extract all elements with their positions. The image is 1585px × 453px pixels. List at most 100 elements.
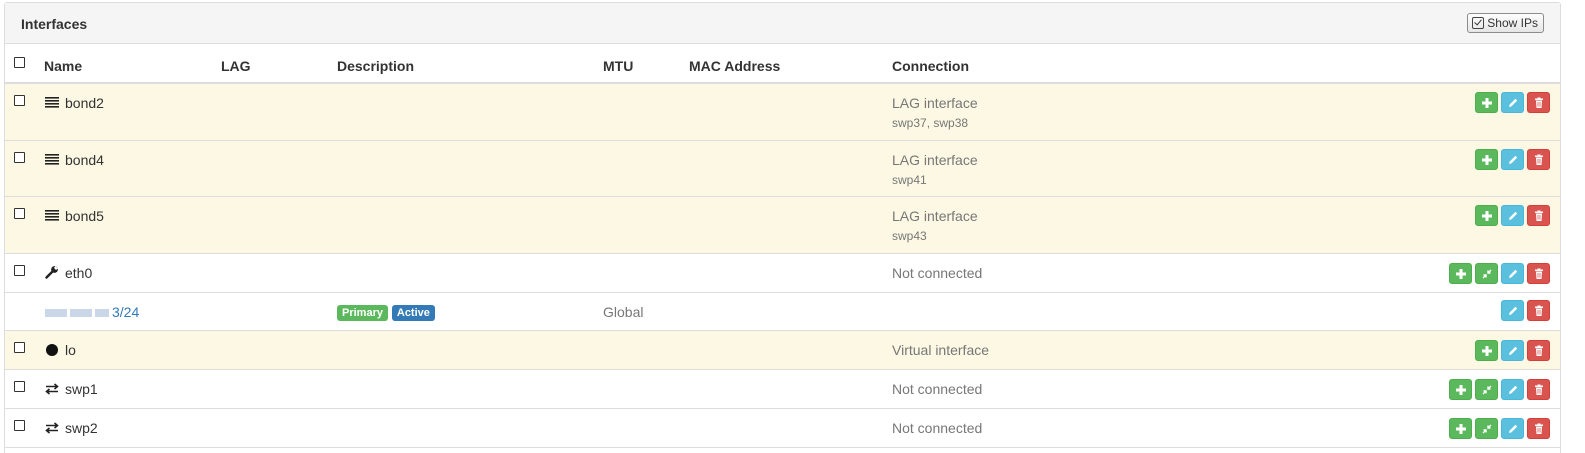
trash-icon bbox=[1533, 305, 1545, 317]
interface-name[interactable]: eth0 bbox=[65, 265, 92, 281]
delete-button[interactable] bbox=[1527, 300, 1550, 321]
table-row: eth0 Not connected bbox=[5, 254, 1560, 293]
panel-heading: Interfaces Show IPs bbox=[5, 3, 1560, 44]
delete-button[interactable] bbox=[1527, 263, 1550, 284]
column-header-connection[interactable]: Connection bbox=[892, 58, 969, 74]
connection-status: Not connected bbox=[892, 420, 983, 436]
compress-icon bbox=[1481, 268, 1493, 280]
trash-icon bbox=[1533, 423, 1545, 435]
row-checkbox[interactable] bbox=[14, 381, 25, 392]
row-checkbox[interactable] bbox=[14, 152, 25, 163]
trash-icon bbox=[1533, 210, 1545, 222]
bond-icon bbox=[45, 95, 59, 109]
column-header-lag[interactable]: LAG bbox=[221, 58, 251, 74]
ip-badges: Primary Active bbox=[337, 303, 435, 321]
row-actions bbox=[1449, 379, 1550, 400]
plus-icon bbox=[1481, 97, 1493, 109]
add-button[interactable] bbox=[1449, 418, 1472, 439]
row-actions bbox=[1475, 340, 1550, 361]
table-row: bond4 LAG interface swp41 bbox=[5, 141, 1560, 197]
trash-icon bbox=[1533, 268, 1545, 280]
column-header-description[interactable]: Description bbox=[337, 58, 414, 74]
plus-icon bbox=[1481, 210, 1493, 222]
delete-button[interactable] bbox=[1527, 149, 1550, 170]
interfaces-panel: Interfaces Show IPs Name LAG Description… bbox=[4, 2, 1561, 453]
edit-button[interactable] bbox=[1501, 92, 1524, 113]
ip-address-link[interactable]: 3/24 bbox=[45, 304, 139, 320]
panel-title: Interfaces bbox=[21, 16, 88, 32]
connection-status: Not connected bbox=[892, 381, 983, 397]
exchange-icon bbox=[45, 421, 59, 435]
table-row: lo Virtual interface bbox=[5, 331, 1560, 370]
select-all-checkbox[interactable] bbox=[14, 57, 25, 68]
row-checkbox[interactable] bbox=[14, 208, 25, 219]
pencil-icon bbox=[1507, 384, 1519, 396]
lag-members: swp37, swp38 bbox=[892, 116, 969, 130]
plus-icon bbox=[1481, 345, 1493, 357]
row-checkbox[interactable] bbox=[14, 95, 25, 106]
column-header-mtu[interactable]: MTU bbox=[603, 58, 633, 74]
delete-button[interactable] bbox=[1527, 418, 1550, 439]
pencil-icon bbox=[1507, 97, 1519, 109]
connection-status: LAG interface bbox=[892, 208, 978, 224]
show-ips-label: Show IPs bbox=[1487, 16, 1538, 30]
edit-button[interactable] bbox=[1501, 205, 1524, 226]
connection-status: Virtual interface bbox=[892, 342, 990, 358]
trash-icon bbox=[1533, 345, 1545, 357]
row-actions bbox=[1449, 263, 1550, 284]
interface-name[interactable]: bond4 bbox=[65, 152, 104, 168]
pencil-icon bbox=[1507, 154, 1519, 166]
pencil-icon bbox=[1507, 268, 1519, 280]
plus-icon bbox=[1481, 154, 1493, 166]
interface-name[interactable]: swp1 bbox=[65, 381, 98, 397]
pencil-icon bbox=[1507, 423, 1519, 435]
edit-button[interactable] bbox=[1501, 149, 1524, 170]
column-header-mac-address[interactable]: MAC Address bbox=[689, 58, 780, 74]
lag-members: swp43 bbox=[892, 229, 927, 243]
pencil-icon bbox=[1507, 305, 1519, 317]
pencil-icon bbox=[1507, 210, 1519, 222]
table-row: swp1 Not connected bbox=[5, 370, 1560, 409]
row-checkbox[interactable] bbox=[14, 265, 25, 276]
row-actions bbox=[1475, 92, 1550, 113]
active-badge: Active bbox=[391, 305, 435, 321]
interface-name[interactable]: swp2 bbox=[65, 420, 98, 436]
edit-button[interactable] bbox=[1501, 418, 1524, 439]
edit-button[interactable] bbox=[1501, 379, 1524, 400]
connection-status: LAG interface bbox=[892, 152, 978, 168]
delete-button[interactable] bbox=[1527, 205, 1550, 226]
add-button[interactable] bbox=[1475, 92, 1498, 113]
row-checkbox[interactable] bbox=[14, 420, 25, 431]
add-button[interactable] bbox=[1449, 379, 1472, 400]
table-header: Name LAG Description MTU MAC Address Con… bbox=[5, 44, 1560, 84]
bond-icon bbox=[45, 208, 59, 222]
delete-button[interactable] bbox=[1527, 92, 1550, 113]
connect-button[interactable] bbox=[1475, 379, 1498, 400]
row-actions bbox=[1449, 418, 1550, 439]
delete-button[interactable] bbox=[1527, 379, 1550, 400]
add-button[interactable] bbox=[1475, 149, 1498, 170]
connect-button[interactable] bbox=[1475, 263, 1498, 284]
edit-button[interactable] bbox=[1501, 340, 1524, 361]
row-actions bbox=[1475, 205, 1550, 226]
interface-name[interactable]: bond2 bbox=[65, 95, 104, 111]
connect-button[interactable] bbox=[1475, 418, 1498, 439]
lag-members: swp41 bbox=[892, 173, 927, 187]
edit-button[interactable] bbox=[1501, 263, 1524, 284]
row-checkbox[interactable] bbox=[14, 342, 25, 353]
trash-icon bbox=[1533, 154, 1545, 166]
add-button[interactable] bbox=[1449, 263, 1472, 284]
add-button[interactable] bbox=[1475, 205, 1498, 226]
interface-name[interactable]: lo bbox=[65, 342, 76, 358]
show-ips-button[interactable]: Show IPs bbox=[1467, 13, 1544, 33]
primary-badge: Primary bbox=[337, 305, 388, 321]
table-row: swp2 Not connected bbox=[5, 409, 1560, 448]
delete-button[interactable] bbox=[1527, 340, 1550, 361]
interface-name[interactable]: bond5 bbox=[65, 208, 104, 224]
add-button[interactable] bbox=[1475, 340, 1498, 361]
column-header-name[interactable]: Name bbox=[44, 58, 82, 74]
edit-button[interactable] bbox=[1501, 300, 1524, 321]
plus-icon bbox=[1455, 423, 1467, 435]
compress-icon bbox=[1481, 423, 1493, 435]
connection-status: LAG interface bbox=[892, 95, 978, 111]
